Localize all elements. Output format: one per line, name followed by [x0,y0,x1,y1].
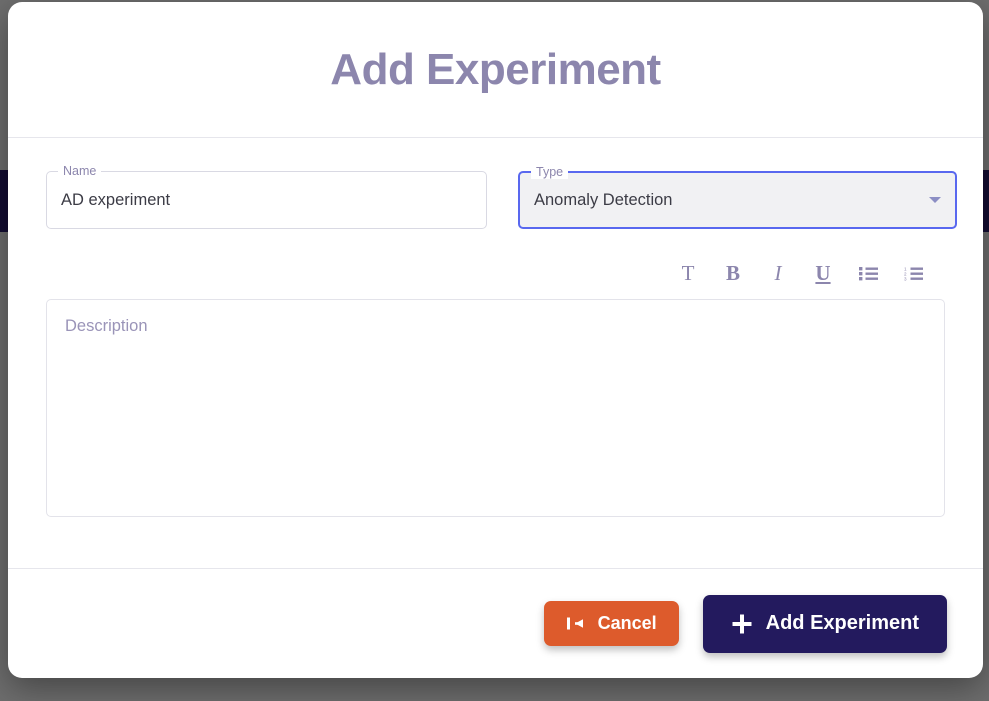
dialog-body: Name AD experiment Type Anomaly Detectio… [8,138,983,568]
underline-icon[interactable]: U [811,261,835,285]
description-placeholder: Description [65,317,148,335]
name-field-label: Name [58,164,102,178]
numbered-list-icon[interactable]: 1 2 3 [901,261,925,285]
type-select[interactable]: Type Anomaly Detection [518,165,957,229]
add-experiment-button[interactable]: Add Experiment [702,594,947,653]
italic-icon[interactable]: I [766,261,790,285]
name-input[interactable]: AD experiment [61,191,170,210]
chevron-down-icon[interactable] [929,197,941,203]
type-select-value: Anomaly Detection [534,190,673,209]
back-to-start-icon [566,615,585,632]
text-style-icon[interactable]: T [676,261,700,285]
cancel-button-label: Cancel [597,613,657,633]
page-title: Add Experiment [330,44,661,94]
plus-icon [731,613,753,635]
dialog-header: Add Experiment [8,2,983,138]
add-experiment-button-label: Add Experiment [765,612,919,634]
name-field[interactable]: Name AD experiment [46,164,487,229]
svg-text:3: 3 [904,276,907,281]
bold-icon[interactable]: B [721,261,745,285]
rich-text-toolbar: T B I U 1 2 3 [46,258,945,288]
dialog-footer: Cancel Add Experiment [8,568,983,678]
page-backdrop: Add Experiment Name AD experiment Type A… [0,0,989,701]
bulleted-list-icon[interactable] [856,261,880,285]
cancel-button[interactable]: Cancel [543,601,679,646]
field-row: Name AD experiment Type Anomaly Detectio… [46,138,957,229]
description-editor[interactable]: Description [46,299,945,517]
type-select-label: Type [531,165,569,179]
add-experiment-dialog: Add Experiment Name AD experiment Type A… [8,2,983,678]
